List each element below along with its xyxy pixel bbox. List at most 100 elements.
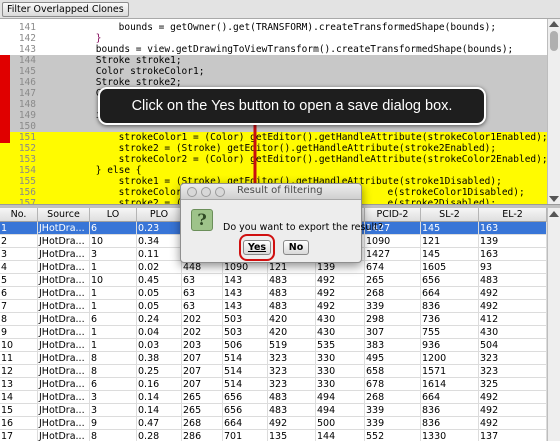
code-text: bounds = getOwner().get(TRANSFORM).creat…	[50, 22, 497, 33]
table-cell: 500	[316, 417, 365, 430]
table-cell: 1330	[421, 430, 479, 441]
table-cell: 13	[0, 378, 38, 391]
table-row[interactable]: 8 JHotDra... 6 0.24 202 503 420 430 298 736 412	[0, 313, 547, 326]
code-line: 143 bounds = view.getDrawingToViewTransf…	[0, 44, 547, 55]
table-cell: 3	[90, 248, 137, 261]
table-cell: 430	[316, 313, 365, 326]
table-cell: 3	[0, 248, 38, 261]
no-button[interactable]: No	[283, 240, 309, 255]
table-cell: 552	[365, 430, 421, 441]
table-row[interactable]: 11 JHotDra... 8 0.38 207 514 323 330 495 1200 323	[0, 352, 547, 365]
line-number: 148	[18, 99, 36, 110]
close-window-icon[interactable]	[187, 187, 197, 197]
table-cell: 323	[479, 365, 547, 378]
line-number: 153	[18, 154, 36, 165]
table-cell: 0.25	[137, 365, 182, 378]
table-cell: 339	[365, 404, 421, 417]
table-cell: JHotDra...	[38, 222, 90, 235]
table-cell: 0.38	[137, 352, 182, 365]
table-cell: 9	[90, 417, 137, 430]
table-cell: 16	[0, 417, 38, 430]
scroll-down-arrow-icon[interactable]	[549, 196, 559, 202]
toolbar: Filter Overlapped Clones	[0, 0, 560, 19]
table-row[interactable]: 6 JHotDra... 1 0.05 63 143 483 492 268 664 492	[0, 287, 547, 300]
table-cell: 1605	[421, 261, 479, 274]
table-cell: 265	[182, 391, 223, 404]
table-cell: 492	[479, 287, 547, 300]
scroll-up-arrow-icon[interactable]	[549, 211, 559, 217]
gutter	[0, 44, 10, 55]
table-cell: 265	[182, 404, 223, 417]
table-cell: 664	[223, 417, 268, 430]
code-text: bounds = view.getDrawingToViewTransform(…	[50, 44, 514, 55]
table-cell: JHotDra...	[38, 326, 90, 339]
table-cell: 3	[90, 404, 137, 417]
table-cell: 0.11	[137, 248, 182, 261]
column-header[interactable]: No.	[0, 208, 38, 222]
table-cell: 143	[223, 274, 268, 287]
table-row[interactable]: 16 JHotDra... 9 0.47 268 664 492 500 339 836 492	[0, 417, 547, 430]
table-cell: 307	[365, 326, 421, 339]
table-cell: 1571	[421, 365, 479, 378]
table-row[interactable]: 14 JHotDra... 3 0.14 265 656 483 494 268 664 492	[0, 391, 547, 404]
line-number: 156	[18, 187, 36, 198]
table-cell: 207	[182, 378, 223, 391]
table-cell: 0.05	[137, 300, 182, 313]
table-cell: 3	[90, 391, 137, 404]
table-cell: 504	[479, 339, 547, 352]
line-number: 145	[18, 66, 36, 77]
filter-overlapped-clones-button[interactable]: Filter Overlapped Clones	[2, 2, 129, 17]
table-cell: 325	[479, 378, 547, 391]
table-row[interactable]: 15 JHotDra... 3 0.14 265 656 483 494 339 836 492	[0, 404, 547, 417]
column-header[interactable]: Source	[38, 208, 90, 222]
table-row[interactable]: 7 JHotDra... 1 0.05 63 143 483 492 339 836 492	[0, 300, 547, 313]
column-header[interactable]: SL-2	[421, 208, 479, 222]
scroll-up-arrow-icon[interactable]	[549, 21, 559, 27]
table-cell: 0.47	[137, 417, 182, 430]
table-cell: 494	[316, 391, 365, 404]
table-cell: 1	[90, 287, 137, 300]
dialog-titlebar[interactable]: Result of filtering	[181, 184, 361, 200]
table-row[interactable]: 10 JHotDra... 1 0.03 203 506 519 535 383 936 504	[0, 339, 547, 352]
table-cell: JHotDra...	[38, 365, 90, 378]
editor-scrollbar-thumb[interactable]	[550, 31, 558, 51]
table-scrollbar[interactable]	[547, 208, 560, 441]
table-cell: JHotDra...	[38, 248, 90, 261]
table-row[interactable]: 17 JHotDra... 8 0.28 286 701 135 144 552 1330 137	[0, 430, 547, 441]
table-cell: 1200	[421, 352, 479, 365]
table-row[interactable]: 13 JHotDra... 6 0.16 207 514 323 330 678 1614 325	[0, 378, 547, 391]
callout-text: Click on the Yes button to open a save d…	[131, 98, 453, 114]
line-number: 147	[18, 88, 36, 99]
table-cell: 202	[182, 326, 223, 339]
code-text: }	[50, 33, 102, 44]
table-row[interactable]: 12 JHotDra... 8 0.25 207 514 323 330 658 1571 323	[0, 365, 547, 378]
table-cell: JHotDra...	[38, 261, 90, 274]
table-cell: 286	[182, 430, 223, 441]
table-cell: 17	[0, 430, 38, 441]
minimize-window-icon[interactable]	[201, 187, 211, 197]
table-row[interactable]: 5 JHotDra... 10 0.45 63 143 483 492 265 656 483	[0, 274, 547, 287]
gutter	[0, 143, 10, 154]
code-line: 144 Stroke stroke1;	[0, 55, 547, 66]
table-cell: 14	[0, 391, 38, 404]
table-cell: 0.45	[137, 274, 182, 287]
column-header[interactable]: PLO	[137, 208, 182, 222]
table-cell: 7	[0, 300, 38, 313]
column-header[interactable]: EL-2	[479, 208, 547, 222]
table-cell: 0.23	[137, 222, 182, 235]
column-header[interactable]: PCID-2	[365, 208, 421, 222]
table-cell: 8	[90, 430, 137, 441]
table-cell: 6	[90, 313, 137, 326]
table-row[interactable]: 9 JHotDra... 1 0.04 202 503 420 430 307 755 430	[0, 326, 547, 339]
zoom-window-icon[interactable]	[215, 187, 225, 197]
table-cell: 63	[182, 300, 223, 313]
editor-scrollbar[interactable]	[547, 19, 560, 204]
line-number: 146	[18, 77, 36, 88]
clone-marker	[0, 55, 10, 66]
column-header[interactable]: LO	[90, 208, 137, 222]
code-line: 151 strokeColor1 = (Color) getEditor().g…	[0, 132, 547, 143]
table-cell: 0.14	[137, 391, 182, 404]
table-cell: JHotDra...	[38, 339, 90, 352]
table-cell: JHotDra...	[38, 417, 90, 430]
table-cell: 0.03	[137, 339, 182, 352]
